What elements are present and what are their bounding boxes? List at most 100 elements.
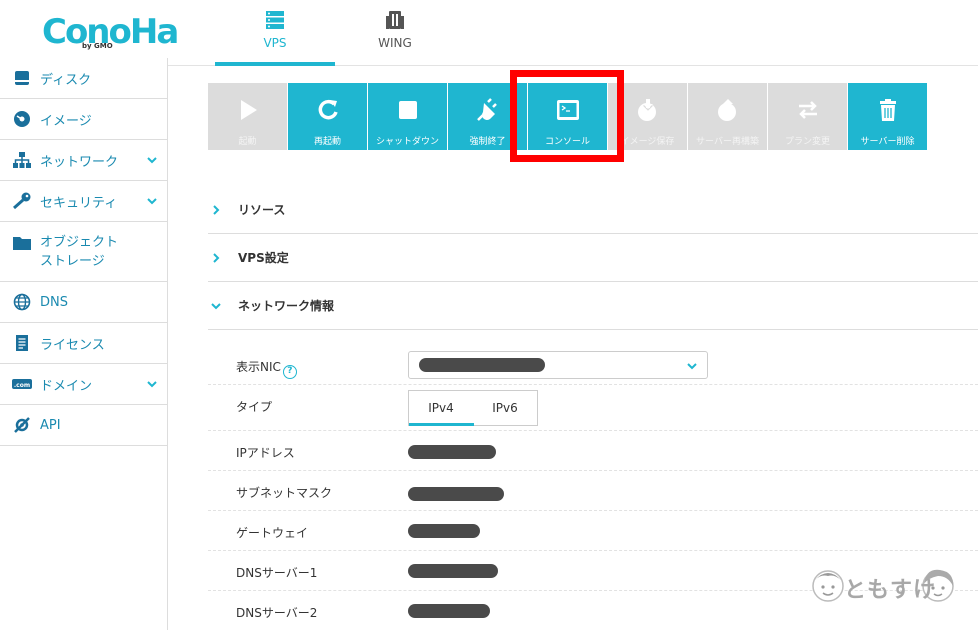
sidebar-item-label: API: [40, 417, 61, 433]
type-label: タイプ: [236, 400, 273, 414]
redacted-value: [408, 564, 498, 578]
section-resources[interactable]: リソース: [208, 186, 978, 234]
api-icon: [14, 417, 30, 433]
server-stack-icon: [266, 11, 284, 29]
sidebar-item-object-storage[interactable]: オブジェクト ストレージ: [0, 222, 167, 282]
disk-icon: [15, 71, 29, 85]
section-vps-settings[interactable]: VPS設定: [208, 234, 978, 282]
restart-icon: [318, 99, 338, 120]
key-icon: [13, 192, 31, 210]
folder-icon: [13, 237, 31, 250]
save-image-button-label: イメージ保存: [620, 137, 675, 147]
sidebar-item-label: ライセンス: [40, 337, 105, 353]
chevron-down-icon: [687, 363, 697, 370]
nic-select[interactable]: [408, 351, 708, 379]
force-stop-button-label: 強制終了: [469, 137, 506, 147]
sidebar-item-label: DNS: [40, 294, 68, 310]
sidebar-item-image[interactable]: イメージ: [0, 99, 167, 140]
section-title: ネットワーク情報: [238, 299, 335, 313]
chevron-down-icon: [147, 157, 157, 164]
play-icon: [240, 100, 257, 120]
nic-label-wrap: 表示NIC?: [236, 358, 297, 379]
tab-wing[interactable]: WING: [335, 0, 455, 66]
rebuild-icon: [717, 99, 736, 121]
ip-version-toggle: IPv4 IPv6: [408, 390, 538, 426]
sidebar-item-api[interactable]: API: [0, 405, 167, 446]
rebuild-server-button-label: サーバー再構築: [696, 137, 759, 147]
dns1-label: DNSサーバー1: [236, 566, 318, 580]
conoha-logo[interactable]: ConoHa by GMO: [42, 12, 179, 54]
row-type: タイプ: [208, 385, 978, 431]
sidebar-item-license[interactable]: ライセンス: [0, 323, 167, 364]
stop-icon: [398, 101, 417, 119]
delete-server-button[interactable]: サーバー削除: [848, 83, 928, 150]
shutdown-button-label: シャットダウン: [375, 137, 439, 147]
start-button-label: 起動: [238, 137, 257, 147]
logo-by-gmo: by GMO: [82, 42, 113, 50]
help-icon[interactable]: ?: [282, 365, 297, 379]
sidebar-item-domain[interactable]: .com ドメイン: [0, 364, 167, 405]
top-header: ConoHa by GMO VPS WING: [0, 0, 978, 66]
tab-wing-label: WING: [378, 36, 412, 50]
sidebar-item-label: ディスク: [40, 72, 92, 88]
row-subnet: サブネットマスク: [208, 471, 978, 511]
restart-button-label: 再起動: [313, 137, 341, 147]
sidebar: ディスク イメージ ネットワーク セキュリティ オブジェクト ストレージ DNS…: [0, 58, 168, 630]
redacted-value: [419, 358, 545, 372]
redacted-value: [408, 604, 490, 618]
document-icon: [16, 335, 28, 351]
chevron-down-icon: [147, 381, 157, 388]
sidebar-item-network[interactable]: ネットワーク: [0, 140, 167, 181]
row-ip-address: IPアドレス: [208, 431, 978, 471]
redacted-value: [408, 487, 504, 501]
rebuild-server-button[interactable]: サーバー再構築: [688, 83, 768, 150]
ip-label: IPアドレス: [236, 446, 295, 460]
subnet-label: サブネットマスク: [236, 486, 333, 500]
ipv6-option[interactable]: IPv6: [473, 391, 537, 425]
sidebar-item-label: イメージ: [40, 113, 92, 129]
redacted-value: [408, 524, 480, 538]
globe-icon: [13, 293, 31, 311]
sidebar-item-security[interactable]: セキュリティ: [0, 181, 167, 222]
section-network-info[interactable]: ネットワーク情報: [208, 282, 978, 330]
change-plan-button-label: プラン変更: [784, 137, 830, 147]
tab-vps[interactable]: VPS: [215, 0, 335, 66]
svg-text:.com: .com: [14, 382, 30, 389]
sidebar-item-label: オブジェクト: [40, 234, 119, 250]
section-title: VPS設定: [238, 251, 289, 265]
watermark: ともすけ: [808, 562, 958, 612]
building-icon: [386, 11, 404, 29]
change-plan-button[interactable]: プラン変更: [768, 83, 848, 150]
network-icon: [13, 152, 31, 168]
trash-icon: [879, 99, 896, 121]
sidebar-item-label: セキュリティ: [40, 195, 118, 211]
start-button[interactable]: 起動: [208, 83, 288, 150]
chevron-down-icon: [147, 198, 157, 205]
dotcom-icon: .com: [12, 379, 32, 389]
gateway-label: ゲートウェイ: [236, 526, 309, 540]
tab-vps-label: VPS: [263, 36, 287, 50]
nic-label: 表示NIC: [236, 360, 281, 374]
redacted-value: [408, 445, 496, 459]
sidebar-item-dns[interactable]: DNS: [0, 282, 167, 323]
chevron-down-icon: [211, 302, 221, 309]
plug-icon: [476, 98, 497, 121]
watermark-text: ともすけ: [844, 578, 937, 603]
sidebar-item-label-line2: ストレージ: [40, 253, 105, 269]
chevron-right-icon: [213, 204, 220, 215]
shutdown-button[interactable]: シャットダウン: [368, 83, 448, 150]
sidebar-item-label: ネットワーク: [40, 154, 119, 170]
chevron-right-icon: [213, 252, 220, 263]
save-image-icon: [637, 99, 656, 121]
section-title: リソース: [238, 203, 286, 217]
delete-server-button-label: サーバー削除: [860, 137, 915, 147]
sidebar-item-disk[interactable]: ディスク: [0, 58, 167, 99]
console-highlight-box: [510, 70, 624, 162]
restart-button[interactable]: 再起動: [288, 83, 368, 150]
sidebar-item-label: ドメイン: [40, 378, 93, 394]
disc-image-icon: [14, 111, 30, 127]
dns2-label: DNSサーバー2: [236, 606, 318, 620]
row-gateway: ゲートウェイ: [208, 511, 978, 551]
swap-icon: [798, 101, 817, 119]
ipv4-option[interactable]: IPv4: [409, 391, 474, 426]
